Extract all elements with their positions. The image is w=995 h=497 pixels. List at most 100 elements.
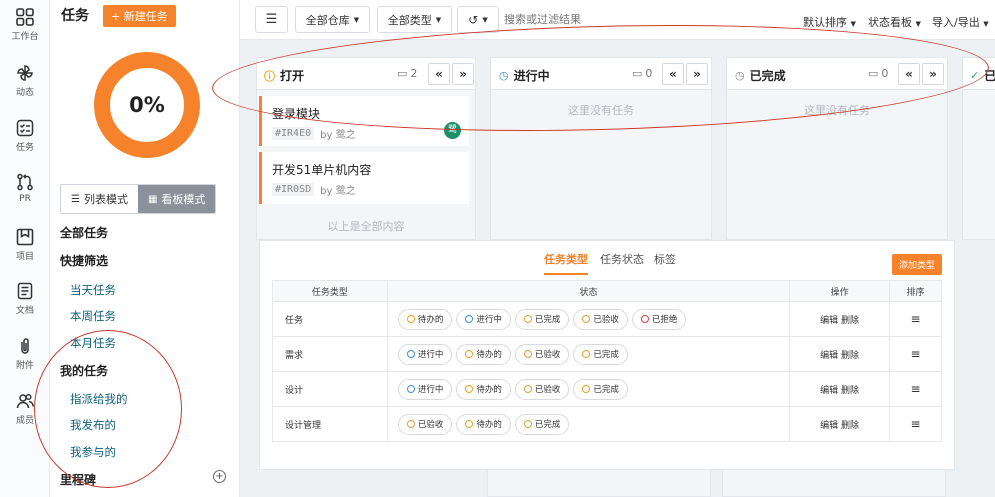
drag-handle-icon[interactable]: ≡	[889, 371, 942, 407]
status-dot-icon	[465, 385, 474, 393]
filter-this-week[interactable]: 本周任务	[70, 308, 116, 324]
status-pill[interactable]: 待办的	[397, 308, 453, 330]
status-dot-icon	[406, 315, 415, 323]
rail-tasks[interactable]: 任务	[0, 119, 50, 153]
tab-task-type[interactable]: 任务类型	[544, 251, 588, 275]
row-actions: 编辑 删除	[789, 336, 891, 372]
status-pill[interactable]: 已完成	[514, 308, 570, 330]
status-pill-label: 待办的	[476, 385, 502, 395]
rail-pr[interactable]: PR	[0, 173, 50, 204]
search-input[interactable]	[504, 6, 749, 33]
list-end-text: 以上是全部内容	[327, 220, 405, 233]
rail-projects[interactable]: 项目	[0, 228, 50, 262]
move-left-button[interactable]: «	[662, 63, 684, 85]
list-mode-label: 列表模式	[83, 193, 128, 206]
row-actions: 编辑 删除	[789, 301, 891, 337]
view-dropdown[interactable]: 状态看板 ▼	[868, 14, 921, 30]
status-pill[interactable]: 待办的	[456, 343, 511, 365]
delete-link[interactable]: 删除	[841, 386, 859, 396]
edit-link[interactable]: 编辑	[820, 386, 838, 396]
history-filter-button[interactable]: ↺ ▼	[457, 6, 499, 33]
board-icon	[16, 228, 34, 246]
status-pill[interactable]: 进行中	[397, 343, 453, 365]
filter-this-month[interactable]: 本月任务	[70, 335, 116, 351]
rail-label: 工作台	[11, 32, 39, 42]
drag-handle-icon[interactable]: ≡	[889, 406, 942, 442]
status-pill[interactable]: 进行中	[456, 308, 511, 330]
column-in-progress-count-value: 0	[645, 67, 653, 80]
collapse-sidebar-button[interactable]: ☰	[255, 6, 288, 33]
my-participated[interactable]: 我参与的	[70, 444, 116, 460]
status-pill[interactable]: 已验收	[514, 343, 570, 365]
filter-today[interactable]: 当天任务	[70, 282, 116, 298]
status-pill-label: 已完成	[534, 420, 561, 430]
edit-link[interactable]: 编辑	[820, 351, 838, 361]
task-card-code: #IR4E0	[272, 127, 315, 140]
tab-labels[interactable]: 标签	[654, 251, 676, 267]
column-done: ◷ 已完成 ▭ 0 « » 这里没有任务	[726, 57, 948, 240]
table-row: 任务 待办的 进行中 已完成 已验收 已拒绝 编辑 删除 ≡	[272, 301, 942, 337]
status-list: 进行中 待办的 已验收 已完成	[386, 336, 791, 372]
move-left-button[interactable]: «	[898, 63, 920, 85]
status-pill[interactable]: 已验收	[514, 378, 570, 400]
all-tasks-link[interactable]: 全部任务	[60, 224, 108, 241]
edit-link[interactable]: 编辑	[820, 421, 838, 431]
status-dot-icon	[465, 315, 474, 323]
status-pill[interactable]: 进行中	[397, 378, 453, 400]
sort-dropdown[interactable]: 默认排序 ▼	[803, 14, 856, 30]
type-name: 需求	[272, 336, 388, 372]
move-left-button[interactable]: «	[428, 63, 450, 85]
column-in-progress-count: ▭ 0	[632, 67, 652, 80]
milestones-heading: 里程碑	[60, 473, 97, 487]
delete-link[interactable]: 删除	[841, 351, 859, 361]
caret-down-icon: ▼	[850, 20, 856, 28]
status-pill[interactable]: 已完成	[573, 343, 628, 365]
board-toolbar: ☰ 全部仓库 ▼ 全部类型 ▼ ↺ ▼ 默认排序 ▼ 状态看板 ▼ 导入/导出 …	[240, 0, 995, 40]
move-right-button[interactable]: »	[452, 63, 474, 85]
my-published[interactable]: 我发布的	[70, 417, 116, 433]
status-list: 已验收 待办的 已完成	[386, 406, 791, 442]
drag-handle-icon[interactable]: ≡	[889, 336, 942, 372]
new-task-button[interactable]: + 新建任务	[103, 5, 176, 27]
import-export-dropdown[interactable]: 导入/导出 ▼	[932, 14, 989, 30]
status-pill-label: 已完成	[593, 385, 619, 395]
status-pill[interactable]: 待办的	[456, 413, 511, 435]
alert-circle-icon: ⓘ	[264, 69, 275, 83]
delete-link[interactable]: 删除	[841, 316, 859, 326]
rail-docs[interactable]: 文档	[0, 282, 50, 316]
column-accepted-title: 已	[984, 69, 995, 83]
move-right-button[interactable]: »	[922, 63, 944, 85]
my-assigned[interactable]: 指派给我的	[70, 391, 128, 407]
rail-attachments[interactable]: 附件	[0, 337, 50, 371]
column-open: ⓘ 打开 ▭ 2 « » 登录模块 #IR4E0 by 鹭之 鹭 开发51单片机…	[256, 57, 476, 240]
status-pill[interactable]: 已拒绝	[631, 308, 687, 330]
column-done-count: ▭ 0	[868, 67, 888, 80]
status-pill[interactable]: 已验收	[573, 308, 628, 330]
status-pill[interactable]: 已完成	[573, 378, 628, 400]
members-icon	[16, 393, 34, 409]
column-open-title: 打开	[280, 69, 305, 83]
add-milestone-icon[interactable]: +	[213, 470, 226, 483]
task-card[interactable]: 开发51单片机内容 #IR0SD by 鹭之	[259, 152, 469, 204]
drag-handle-icon[interactable]: ≡	[889, 301, 942, 337]
status-pill[interactable]: 已验收	[397, 413, 453, 435]
rail-workbench[interactable]: 工作台	[0, 8, 50, 42]
board-mode-button[interactable]: ▦ 看板模式	[137, 185, 216, 213]
rail-members[interactable]: 成员	[0, 392, 50, 426]
avatar: 鹭	[444, 122, 461, 139]
edit-link[interactable]: 编辑	[820, 316, 838, 326]
repo-select[interactable]: 全部仓库 ▼	[295, 6, 370, 33]
task-card[interactable]: 登录模块 #IR4E0 by 鹭之 鹭	[259, 96, 469, 146]
type-select[interactable]: 全部类型 ▼	[377, 6, 452, 33]
status-pill[interactable]: 待办的	[456, 378, 511, 400]
col-header-status: 状态	[386, 280, 791, 302]
import-export-label: 导入/导出	[932, 16, 980, 29]
move-right-button[interactable]: »	[686, 63, 708, 85]
status-dot-icon	[465, 420, 474, 428]
list-mode-button[interactable]: ☰ 列表模式	[61, 185, 138, 213]
status-pill[interactable]: 已完成	[514, 413, 570, 435]
rail-activity[interactable]: 动态	[0, 64, 50, 98]
delete-link[interactable]: 删除	[841, 421, 859, 431]
tab-task-status[interactable]: 任务状态	[600, 251, 644, 267]
add-type-button[interactable]: 添加类型	[891, 254, 942, 275]
